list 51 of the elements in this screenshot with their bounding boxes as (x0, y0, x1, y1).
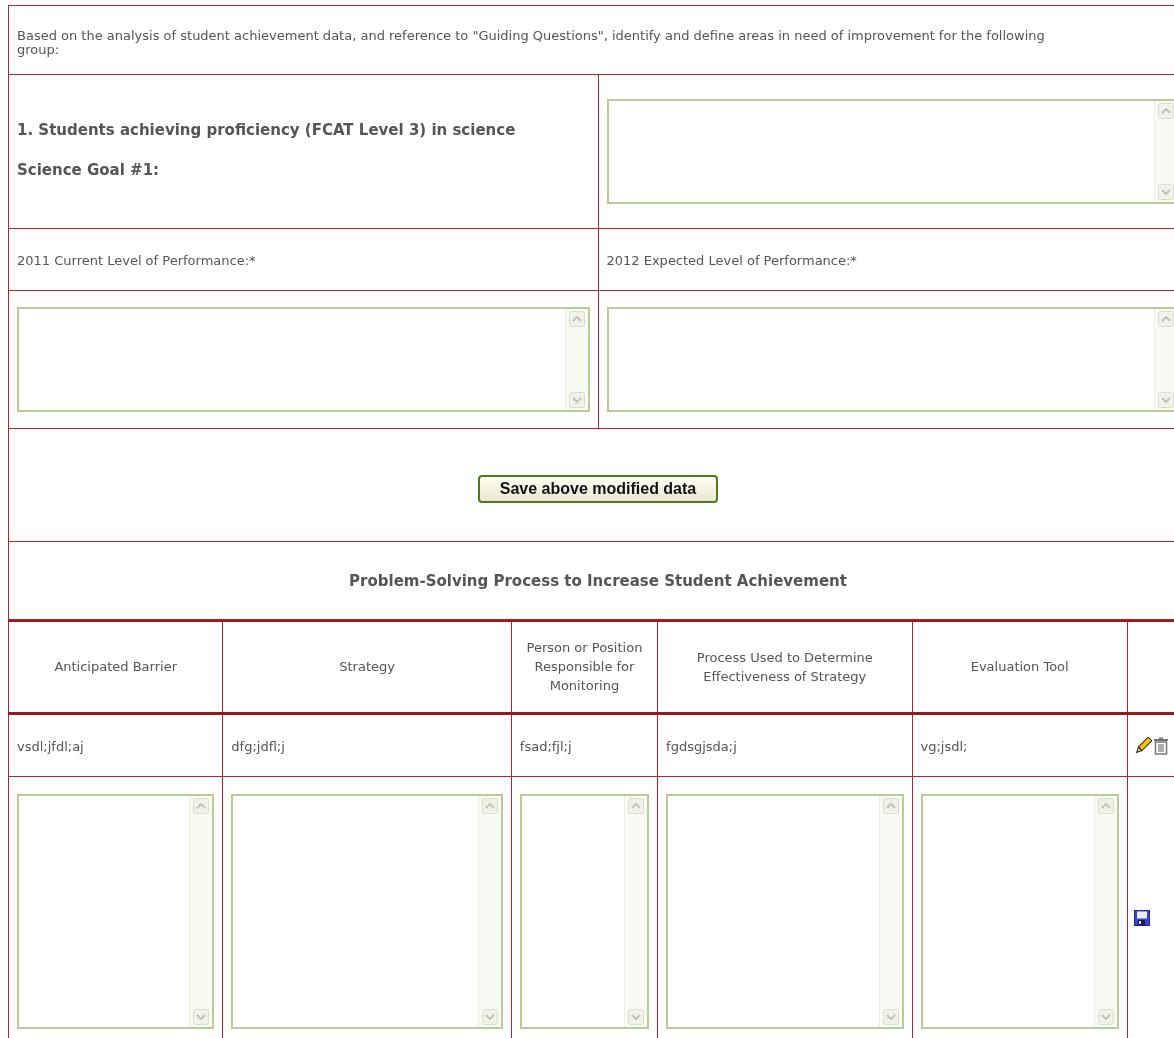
scroll-up-icon (568, 311, 585, 327)
scroll-down-icon (1158, 392, 1174, 408)
pencil-icon[interactable] (1133, 736, 1152, 755)
column-header: Strategy (339, 659, 395, 675)
text-area[interactable] (606, 307, 1174, 412)
table-cell: vsdl;jfdl;aj (17, 738, 84, 754)
text-area[interactable] (666, 793, 904, 1029)
scroll-down-icon (882, 1008, 899, 1025)
column-header: Person or Position Responsible for Monitoring (526, 640, 643, 694)
section-title: Problem-Solving Process to Increase Student Achievement (349, 572, 847, 590)
instruction-text: Based on the analysis of student achievement data, and reference to "Guiding Questions", identify and define areas in need of improvement for the following group: (17, 27, 1046, 57)
text-area[interactable] (920, 793, 1119, 1029)
scroll-up-icon (628, 797, 645, 814)
text-area[interactable] (17, 307, 590, 412)
scroll-up-icon (193, 797, 210, 814)
scroll-down-icon (193, 1008, 210, 1025)
scrollbar[interactable] (1154, 101, 1174, 202)
save-button[interactable]: Save above modified data (477, 475, 719, 503)
scrollbar[interactable] (624, 795, 648, 1027)
scroll-down-icon (568, 392, 585, 408)
scroll-up-icon (1158, 103, 1174, 119)
scroll-down-icon (481, 1008, 498, 1025)
field-label: 2012 Expected Level of Performance:* (606, 253, 857, 268)
column-header: Process Used to Determine Effectiveness of Strategy (696, 649, 873, 684)
scroll-up-icon (1097, 797, 1114, 814)
table-cell: fgdsgjsda;j (666, 738, 737, 754)
scroll-up-icon (481, 797, 498, 814)
text-area[interactable] (519, 793, 650, 1029)
scroll-down-icon (1097, 1008, 1114, 1025)
scroll-up-icon (1158, 311, 1174, 327)
scroll-down-icon (628, 1008, 645, 1025)
goal-label: Science Goal #1: (17, 161, 161, 179)
table-cell: fsad;fjl;j (519, 738, 572, 754)
scrollbar[interactable] (189, 795, 213, 1027)
scrollbar[interactable] (477, 795, 501, 1027)
scrollbar[interactable] (1154, 309, 1174, 410)
table-cell: dfg;jdfl;j (231, 738, 285, 754)
scrollbar[interactable] (1093, 795, 1117, 1027)
goal-heading: 1. Students achieving proficiency (FCAT Level 3) in science (17, 120, 517, 141)
scrollbar[interactable] (564, 309, 588, 410)
text-area[interactable] (606, 99, 1174, 204)
text-area[interactable] (17, 793, 215, 1029)
field-label: 2011 Current Level of Performance:* (17, 253, 256, 268)
column-header: Evaluation Tool (970, 659, 1069, 675)
table-cell: vg;jsdl; (920, 738, 968, 754)
trash-icon[interactable] (1151, 736, 1170, 755)
scrollbar[interactable] (878, 795, 902, 1027)
scroll-down-icon (1158, 184, 1174, 200)
scroll-up-icon (882, 797, 899, 814)
column-header: Anticipated Barrier (54, 659, 177, 675)
text-area[interactable] (231, 793, 503, 1029)
